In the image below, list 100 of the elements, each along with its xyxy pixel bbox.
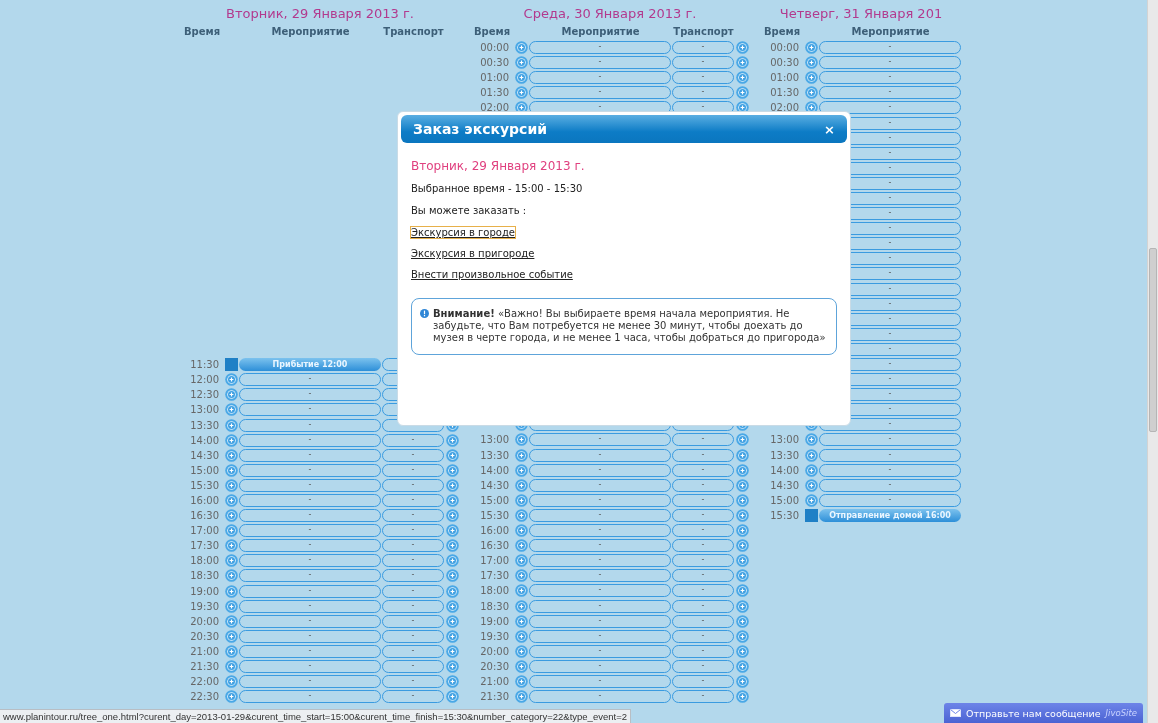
add-icon[interactable] (736, 539, 749, 553)
add-icon[interactable] (225, 554, 238, 568)
add-icon[interactable] (736, 463, 749, 477)
add-icon[interactable] (515, 433, 528, 447)
add-icon[interactable] (225, 524, 238, 538)
add-icon[interactable] (225, 584, 238, 598)
add-icon[interactable] (515, 86, 528, 100)
add-icon[interactable] (515, 584, 528, 598)
add-icon[interactable] (736, 41, 749, 55)
add-icon[interactable] (446, 509, 459, 523)
add-icon[interactable] (736, 599, 749, 613)
scrollbar[interactable] (1147, 0, 1158, 723)
add-icon[interactable] (805, 463, 818, 477)
add-icon[interactable] (446, 433, 459, 447)
add-icon[interactable] (225, 388, 238, 402)
add-icon[interactable] (515, 56, 528, 70)
add-icon[interactable] (736, 508, 749, 522)
add-icon[interactable] (446, 614, 459, 628)
add-icon[interactable] (515, 690, 528, 704)
add-icon[interactable] (225, 478, 238, 492)
add-icon[interactable] (225, 614, 238, 628)
order-link[interactable]: Внести произвольное событие (411, 269, 573, 280)
add-icon[interactable] (736, 56, 749, 70)
add-icon[interactable] (446, 644, 459, 658)
add-icon[interactable] (736, 629, 749, 643)
chat-button[interactable]: Отправьте нам сообщение JivoSite (943, 703, 1143, 723)
add-icon[interactable] (225, 433, 238, 447)
add-icon[interactable] (225, 675, 238, 689)
add-icon[interactable] (225, 569, 238, 583)
add-icon[interactable] (805, 86, 818, 100)
add-icon[interactable] (446, 524, 459, 538)
add-icon[interactable] (805, 71, 818, 85)
add-icon[interactable] (225, 403, 238, 417)
add-icon[interactable] (515, 493, 528, 507)
add-icon[interactable] (736, 433, 749, 447)
add-icon[interactable] (446, 599, 459, 613)
add-icon[interactable] (446, 539, 459, 553)
add-icon[interactable] (446, 478, 459, 492)
add-icon[interactable] (515, 614, 528, 628)
add-icon[interactable] (515, 524, 528, 538)
add-icon[interactable] (225, 599, 238, 613)
add-icon[interactable] (225, 660, 238, 673)
add-icon[interactable] (805, 56, 818, 70)
add-icon[interactable] (446, 569, 459, 583)
add-icon[interactable] (736, 493, 749, 507)
add-icon[interactable] (446, 629, 459, 643)
add-icon[interactable] (515, 539, 528, 553)
add-icon[interactable] (805, 448, 818, 462)
add-icon[interactable] (515, 508, 528, 522)
add-icon[interactable] (515, 463, 528, 477)
scrollbar-thumb[interactable] (1149, 248, 1157, 432)
add-icon[interactable] (446, 554, 459, 568)
add-icon[interactable] (515, 448, 528, 462)
add-icon[interactable] (736, 584, 749, 598)
add-icon[interactable] (446, 690, 459, 704)
add-icon[interactable] (736, 71, 749, 85)
add-icon[interactable] (446, 494, 459, 507)
add-icon[interactable] (736, 478, 749, 492)
order-link[interactable]: Экскурсия в городе (411, 227, 515, 238)
add-icon[interactable] (736, 614, 749, 628)
add-icon[interactable] (515, 599, 528, 613)
add-icon[interactable] (225, 644, 238, 658)
add-icon[interactable] (736, 448, 749, 462)
add-icon[interactable] (446, 448, 459, 462)
add-icon[interactable] (515, 71, 528, 85)
add-icon[interactable] (225, 509, 238, 523)
add-icon[interactable] (515, 478, 528, 492)
add-icon[interactable] (736, 524, 749, 538)
add-icon[interactable] (515, 554, 528, 568)
add-icon[interactable] (225, 690, 238, 704)
add-icon[interactable] (736, 659, 749, 673)
add-icon[interactable] (515, 675, 528, 688)
add-icon[interactable] (515, 659, 528, 673)
add-icon[interactable] (736, 569, 749, 583)
add-icon[interactable] (515, 41, 528, 55)
add-icon[interactable] (515, 629, 528, 643)
add-icon[interactable] (805, 493, 818, 507)
add-icon[interactable] (225, 494, 238, 507)
add-icon[interactable] (225, 448, 238, 462)
add-icon[interactable] (446, 660, 459, 673)
add-icon[interactable] (805, 478, 818, 492)
add-icon[interactable] (225, 373, 238, 387)
add-icon[interactable] (446, 584, 459, 598)
order-link[interactable]: Экскурсия в пригороде (411, 248, 535, 259)
add-icon[interactable] (736, 86, 749, 100)
add-icon[interactable] (805, 433, 818, 447)
add-icon[interactable] (446, 675, 459, 689)
add-icon[interactable] (736, 675, 749, 688)
add-icon[interactable] (805, 41, 818, 55)
add-icon[interactable] (736, 554, 749, 568)
add-icon[interactable] (736, 690, 749, 704)
add-icon[interactable] (225, 418, 238, 432)
add-icon[interactable] (515, 644, 528, 658)
add-icon[interactable] (446, 463, 459, 477)
add-icon[interactable] (225, 463, 238, 477)
add-icon[interactable] (225, 539, 238, 553)
event-bar: Прибытие 12:00 (239, 358, 381, 372)
add-icon[interactable] (515, 569, 528, 583)
add-icon[interactable] (225, 629, 238, 643)
add-icon[interactable] (736, 644, 749, 658)
